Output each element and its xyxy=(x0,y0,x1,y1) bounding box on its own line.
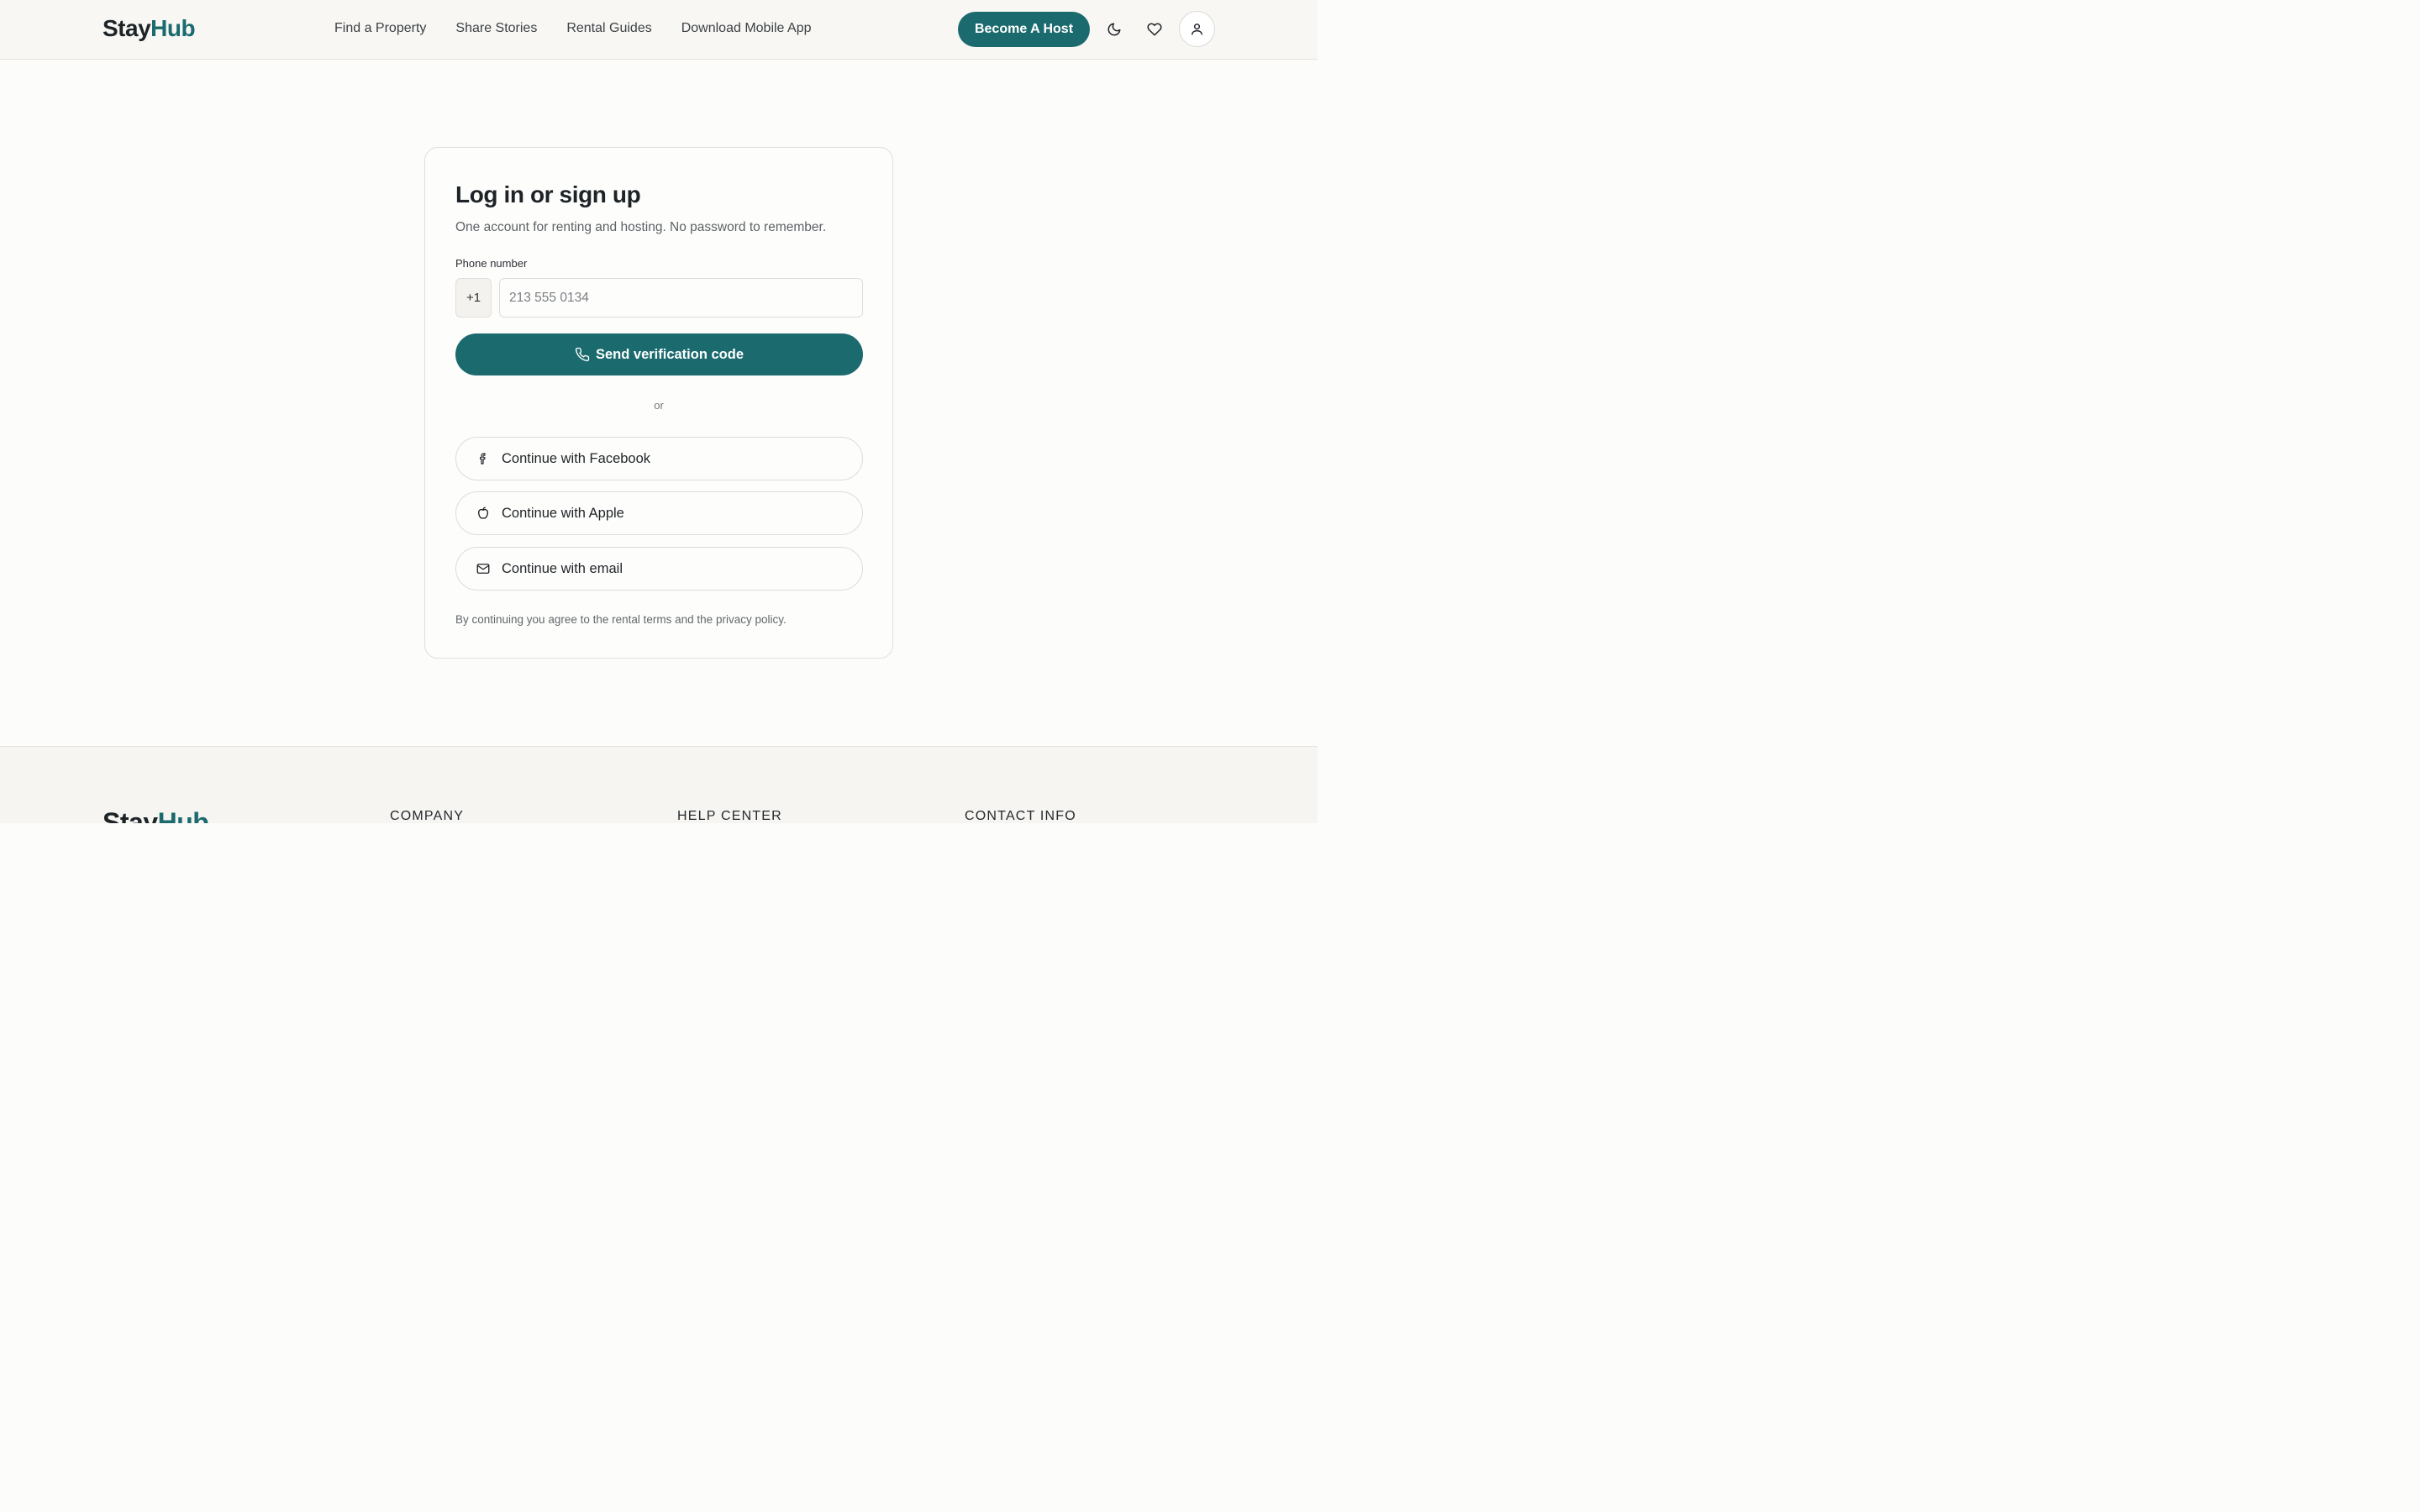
login-card: Log in or sign up One account for rentin… xyxy=(424,147,893,659)
nav-find-property[interactable]: Find a Property xyxy=(334,21,426,36)
phone-label: Phone number xyxy=(455,257,528,270)
favorites-button[interactable] xyxy=(1144,19,1165,39)
footer-heading-contact: CONTACT INFO xyxy=(965,809,1076,823)
nav-rental-guides[interactable]: Rental Guides xyxy=(566,21,651,36)
mail-icon xyxy=(475,560,492,577)
email-login-label: Continue with email xyxy=(502,560,623,576)
apple-icon xyxy=(475,505,492,522)
footer-logo-part-2: Hub xyxy=(157,807,209,823)
phone-input[interactable] xyxy=(499,278,863,318)
user-icon xyxy=(1192,24,1202,35)
logo-part-1: Stay xyxy=(103,15,151,41)
top-navbar: StayHub Find a Property Share Stories Re… xyxy=(0,0,1318,60)
login-subtitle: One account for renting and hosting. No … xyxy=(455,220,827,234)
footer-heading-help: HELP CENTER xyxy=(677,809,782,823)
become-host-button[interactable]: Become A Host xyxy=(958,12,1090,47)
theme-toggle-button[interactable] xyxy=(1104,19,1124,39)
login-title: Log in or sign up xyxy=(455,181,641,207)
apple-login-label: Continue with Apple xyxy=(502,505,624,521)
footer: StayHub COMPANY HELP CENTER CONTACT INFO xyxy=(0,746,1318,823)
apple-login-button[interactable]: Continue with Apple xyxy=(455,491,863,535)
account-button[interactable] xyxy=(1179,11,1215,47)
send-code-button[interactable]: Send verification code xyxy=(455,333,863,375)
main-nav: Find a Property Share Stories Rental Gui… xyxy=(334,21,811,36)
country-code-selector[interactable]: +1 xyxy=(455,278,492,318)
logo-part-2: Hub xyxy=(150,15,196,41)
or-divider: or xyxy=(654,399,664,412)
page: StayHub Find a Property Share Stories Re… xyxy=(0,0,1318,823)
phone-icon xyxy=(575,347,590,362)
facebook-icon xyxy=(475,450,492,467)
nav-share-stories[interactable]: Share Stories xyxy=(455,21,537,36)
moon-icon xyxy=(1107,23,1121,36)
facebook-login-label: Continue with Facebook xyxy=(502,450,651,466)
email-login-button[interactable]: Continue with email xyxy=(455,547,863,591)
facebook-login-button[interactable]: Continue with Facebook xyxy=(455,437,863,480)
footer-logo-part-1: Stay xyxy=(103,807,158,823)
send-code-label: Send verification code xyxy=(595,346,744,362)
heart-icon xyxy=(1147,23,1162,36)
footer-heading-company: COMPANY xyxy=(390,809,465,823)
brand-logo[interactable]: StayHub xyxy=(103,15,196,42)
nav-download-app[interactable]: Download Mobile App xyxy=(681,21,812,36)
terms-notice: By continuing you agree to the rental te… xyxy=(455,613,786,626)
footer-logo[interactable]: StayHub xyxy=(103,807,209,823)
